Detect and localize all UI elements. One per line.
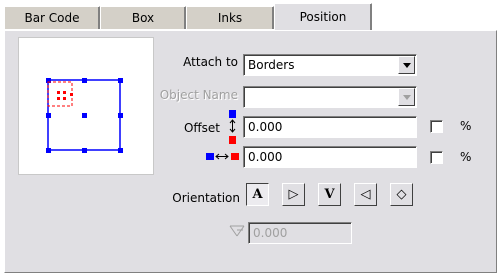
horizontal-offset-icon (206, 153, 239, 160)
preview-handle (118, 113, 123, 118)
preview-handle (46, 148, 51, 153)
orientation-0-button[interactable]: A (246, 183, 269, 206)
orientation-270-button[interactable]: ◁ (354, 183, 377, 206)
preview-diagram (46, 78, 123, 153)
tab-box[interactable]: Box (100, 6, 186, 29)
angle-input[interactable]: 0.000 (248, 222, 352, 244)
orientation-180-button[interactable]: V (318, 183, 341, 206)
angle-icon (229, 225, 245, 237)
object-name-label: Object Name (159, 88, 238, 102)
attach-to-label: Attach to (183, 55, 238, 69)
orientation-free-icon: ◇ (396, 187, 407, 202)
attach-to-select[interactable]: Borders (243, 54, 417, 76)
tab-bar-code[interactable]: Bar Code (4, 6, 100, 29)
offset-horizontal-input[interactable]: 0.000 (243, 146, 417, 168)
tab-bar-code-label: Bar Code (24, 11, 80, 25)
preview-handle (82, 148, 87, 153)
attach-to-value: Borders (248, 58, 295, 72)
tab-inks-label: Inks (217, 11, 243, 25)
orientation-180-icon: V (324, 187, 335, 202)
offset-horizontal-percent-checkbox[interactable] (430, 151, 443, 164)
preview-handle (82, 78, 87, 83)
tab-position[interactable]: Position (274, 3, 372, 30)
object-name-dropdown-button[interactable] (398, 88, 415, 106)
preview-handle (118, 78, 123, 83)
preview-handle (118, 148, 123, 153)
tab-box-label: Box (131, 11, 155, 25)
object-name-select[interactable] (243, 86, 417, 108)
tab-position-label: Position (299, 10, 347, 24)
orientation-270-icon: ◁ (360, 187, 371, 202)
angle-value: 0.000 (253, 226, 288, 240)
offset-horizontal-percent-label: % (460, 150, 472, 164)
offset-vertical-percent-label: % (460, 119, 472, 133)
chevron-down-icon (403, 63, 411, 68)
preview-handle (82, 113, 87, 118)
orientation-free-button[interactable]: ◇ (390, 183, 413, 206)
orientation-label: Orientation (172, 191, 240, 205)
offset-horizontal-value: 0.000 (248, 150, 283, 164)
orientation-90-button[interactable]: ▷ (282, 183, 305, 206)
offset-label: Offset (183, 121, 220, 135)
vertical-offset-icon (229, 110, 236, 144)
preview-handle (46, 113, 51, 118)
position-preview (18, 37, 154, 175)
offset-vertical-value: 0.000 (248, 120, 283, 134)
tab-inks[interactable]: Inks (186, 6, 274, 29)
orientation-90-icon: ▷ (288, 187, 299, 202)
chevron-down-icon (403, 95, 411, 100)
offset-vertical-input[interactable]: 0.000 (243, 116, 417, 138)
attach-to-dropdown-button[interactable] (398, 56, 415, 74)
offset-vertical-percent-checkbox[interactable] (430, 120, 443, 133)
orientation-0-icon: A (252, 187, 263, 202)
